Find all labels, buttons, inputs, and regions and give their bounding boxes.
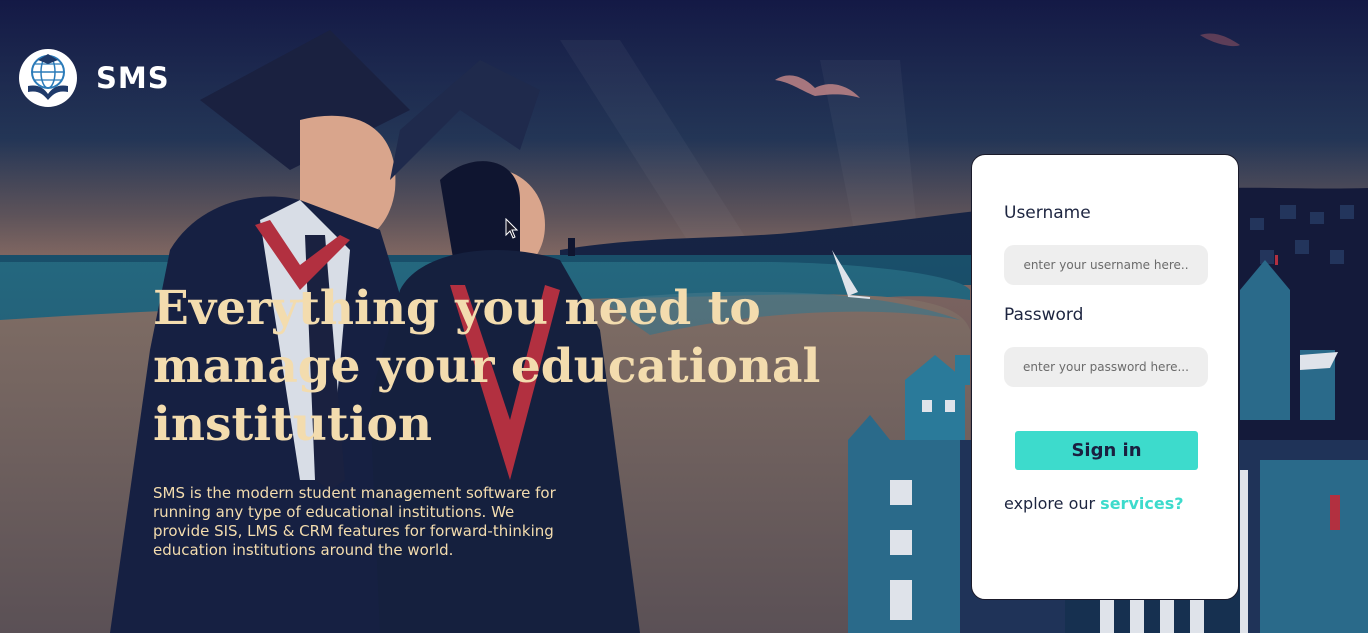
hero-title: Everything you need to manage your educa…	[153, 281, 821, 452]
brand-name: SMS	[96, 61, 170, 95]
hero-description: SMS is the modern student management sof…	[153, 484, 556, 559]
username-label: Username	[1004, 203, 1091, 223]
mouse-cursor-icon	[505, 218, 519, 239]
password-input[interactable]	[1004, 347, 1208, 387]
services-link[interactable]: services?	[1100, 494, 1183, 513]
explore-prefix: explore our	[1004, 494, 1101, 513]
username-input[interactable]	[1004, 245, 1208, 285]
explore-services: explore our services?	[1004, 494, 1184, 513]
sign-in-button[interactable]: Sign in	[1015, 431, 1198, 470]
globe-book-icon	[19, 49, 77, 107]
login-card: Username Password Sign in explore our se…	[971, 154, 1239, 600]
brand[interactable]: SMS	[18, 48, 170, 108]
password-label: Password	[1004, 305, 1084, 325]
